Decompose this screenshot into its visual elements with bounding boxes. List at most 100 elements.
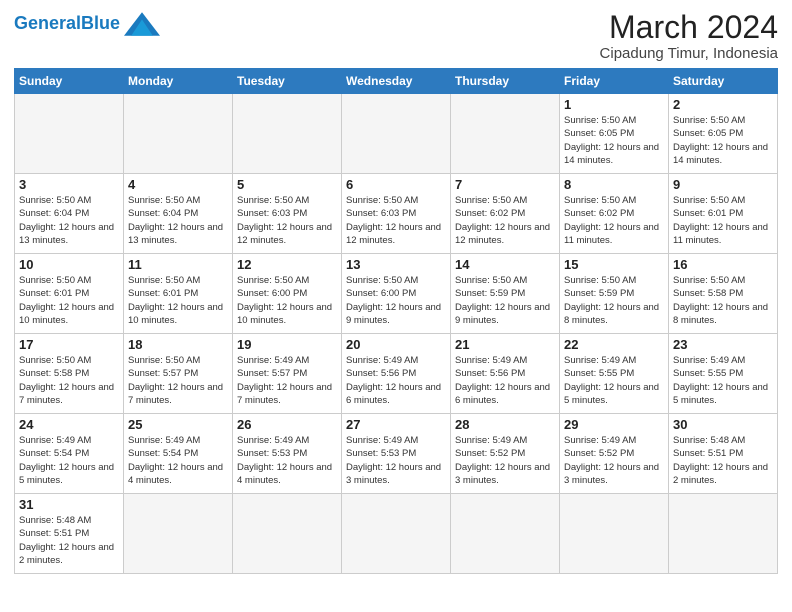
- day-number: 2: [673, 97, 773, 112]
- day-info: Sunrise: 5:50 AM Sunset: 5:58 PM Dayligh…: [19, 354, 119, 407]
- calendar-cell: [560, 494, 669, 574]
- title-area: March 2024 Cipadung Timur, Indonesia: [600, 10, 778, 62]
- header: GeneralBlue March 2024 Cipadung Timur, I…: [14, 10, 778, 62]
- weekday-header: Saturday: [669, 69, 778, 94]
- calendar-cell: 13 Sunrise: 5:50 AM Sunset: 6:00 PM Dayli…: [342, 254, 451, 334]
- calendar-cell: [342, 94, 451, 174]
- calendar-cell: [451, 94, 560, 174]
- day-number: 4: [128, 177, 228, 192]
- day-info: Sunrise: 5:50 AM Sunset: 6:01 PM Dayligh…: [19, 274, 119, 327]
- day-number: 14: [455, 257, 555, 272]
- calendar-cell: 14Sunrise: 5:50 AM Sunset: 5:59 PM Dayli…: [451, 254, 560, 334]
- day-info: Sunrise: 5:48 AM Sunset: 5:51 PM Dayligh…: [673, 434, 773, 487]
- day-info: Sunrise: 5:50 AM Sunset: 6:00 PM Dayligh…: [237, 274, 337, 327]
- day-info: Sunrise: 5:49 AM Sunset: 5:55 PM Dayligh…: [673, 354, 773, 407]
- logo: GeneralBlue: [14, 10, 160, 38]
- day-number: 20: [346, 337, 446, 352]
- calendar-cell: 17 Sunrise: 5:50 AM Sunset: 5:58 PM Dayli…: [15, 334, 124, 414]
- day-info: Sunrise: 5:50 AM Sunset: 6:00 PM Dayligh…: [346, 274, 446, 327]
- day-number: 18: [128, 337, 228, 352]
- calendar-cell: 16 Sunrise: 5:50 AM Sunset: 5:58 PM Dayli…: [669, 254, 778, 334]
- calendar-cell: 31Sunrise: 5:48 AM Sunset: 5:51 PM Dayli…: [15, 494, 124, 574]
- day-info: Sunrise: 5:49 AM Sunset: 5:55 PM Dayligh…: [564, 354, 664, 407]
- calendar-cell: 12 Sunrise: 5:50 AM Sunset: 6:00 PM Dayli…: [233, 254, 342, 334]
- weekday-header-row: SundayMondayTuesdayWednesdayThursdayFrid…: [15, 69, 778, 94]
- day-info: Sunrise: 5:49 AM Sunset: 5:52 PM Dayligh…: [455, 434, 555, 487]
- day-number: 15: [564, 257, 664, 272]
- calendar-cell: [124, 494, 233, 574]
- calendar-cell: 25Sunrise: 5:49 AM Sunset: 5:54 PM Dayli…: [124, 414, 233, 494]
- day-info: Sunrise: 5:49 AM Sunset: 5:52 PM Dayligh…: [564, 434, 664, 487]
- day-number: 22: [564, 337, 664, 352]
- day-number: 3: [19, 177, 119, 192]
- day-number: 17: [19, 337, 119, 352]
- calendar-cell: 24 Sunrise: 5:49 AM Sunset: 5:54 PM Dayli…: [15, 414, 124, 494]
- calendar-cell: 18 Sunrise: 5:50 AM Sunset: 5:57 PM Dayli…: [124, 334, 233, 414]
- calendar-cell: 2Sunrise: 5:50 AM Sunset: 6:05 PM Daylig…: [669, 94, 778, 174]
- weekday-header: Wednesday: [342, 69, 451, 94]
- calendar-cell: [233, 94, 342, 174]
- day-number: 16: [673, 257, 773, 272]
- calendar-cell: 15 Sunrise: 5:50 AM Sunset: 5:59 PM Dayli…: [560, 254, 669, 334]
- day-info: Sunrise: 5:50 AM Sunset: 6:02 PM Dayligh…: [564, 194, 664, 247]
- calendar-week-row: 10 Sunrise: 5:50 AM Sunset: 6:01 PM Dayli…: [15, 254, 778, 334]
- logo-icon: [124, 10, 160, 38]
- logo-general: General: [14, 13, 81, 33]
- day-number: 27: [346, 417, 446, 432]
- day-number: 12: [237, 257, 337, 272]
- calendar-cell: 27Sunrise: 5:49 AM Sunset: 5:53 PM Dayli…: [342, 414, 451, 494]
- calendar-cell: [451, 494, 560, 574]
- day-info: Sunrise: 5:49 AM Sunset: 5:54 PM Dayligh…: [19, 434, 119, 487]
- calendar-cell: 1 Sunrise: 5:50 AM Sunset: 6:05 PM Daylig…: [560, 94, 669, 174]
- calendar-cell: 30 Sunrise: 5:48 AM Sunset: 5:51 PM Dayli…: [669, 414, 778, 494]
- day-number: 13: [346, 257, 446, 272]
- day-number: 21: [455, 337, 555, 352]
- calendar-table: SundayMondayTuesdayWednesdayThursdayFrid…: [14, 68, 778, 574]
- day-info: Sunrise: 5:50 AM Sunset: 6:01 PM Dayligh…: [128, 274, 228, 327]
- day-info: Sunrise: 5:50 AM Sunset: 5:59 PM Dayligh…: [564, 274, 664, 327]
- day-info: Sunrise: 5:50 AM Sunset: 6:04 PM Dayligh…: [128, 194, 228, 247]
- day-number: 26: [237, 417, 337, 432]
- calendar-cell: 19 Sunrise: 5:49 AM Sunset: 5:57 PM Dayli…: [233, 334, 342, 414]
- day-number: 8: [564, 177, 664, 192]
- day-number: 10: [19, 257, 119, 272]
- calendar-cell: [233, 494, 342, 574]
- day-info: Sunrise: 5:50 AM Sunset: 6:05 PM Dayligh…: [564, 114, 664, 167]
- day-number: 24: [19, 417, 119, 432]
- day-number: 19: [237, 337, 337, 352]
- weekday-header: Monday: [124, 69, 233, 94]
- day-info: Sunrise: 5:50 AM Sunset: 6:03 PM Dayligh…: [237, 194, 337, 247]
- day-info: Sunrise: 5:50 AM Sunset: 5:58 PM Dayligh…: [673, 274, 773, 327]
- day-number: 28: [455, 417, 555, 432]
- day-info: Sunrise: 5:49 AM Sunset: 5:56 PM Dayligh…: [455, 354, 555, 407]
- calendar-cell: 4 Sunrise: 5:50 AM Sunset: 6:04 PM Daylig…: [124, 174, 233, 254]
- day-number: 30: [673, 417, 773, 432]
- day-info: Sunrise: 5:49 AM Sunset: 5:57 PM Dayligh…: [237, 354, 337, 407]
- calendar-week-row: 1 Sunrise: 5:50 AM Sunset: 6:05 PM Daylig…: [15, 94, 778, 174]
- day-info: Sunrise: 5:48 AM Sunset: 5:51 PM Dayligh…: [19, 514, 119, 567]
- day-number: 7: [455, 177, 555, 192]
- day-number: 11: [128, 257, 228, 272]
- day-info: Sunrise: 5:50 AM Sunset: 6:04 PM Dayligh…: [19, 194, 119, 247]
- month-title: March 2024: [600, 10, 778, 45]
- calendar-cell: 10 Sunrise: 5:50 AM Sunset: 6:01 PM Dayli…: [15, 254, 124, 334]
- calendar-cell: 29Sunrise: 5:49 AM Sunset: 5:52 PM Dayli…: [560, 414, 669, 494]
- calendar-cell: 21 Sunrise: 5:49 AM Sunset: 5:56 PM Dayli…: [451, 334, 560, 414]
- calendar-cell: 3 Sunrise: 5:50 AM Sunset: 6:04 PM Daylig…: [15, 174, 124, 254]
- location-title: Cipadung Timur, Indonesia: [600, 45, 778, 62]
- calendar-cell: 11 Sunrise: 5:50 AM Sunset: 6:01 PM Dayli…: [124, 254, 233, 334]
- day-info: Sunrise: 5:50 AM Sunset: 6:01 PM Dayligh…: [673, 194, 773, 247]
- day-number: 25: [128, 417, 228, 432]
- calendar-week-row: 3 Sunrise: 5:50 AM Sunset: 6:04 PM Daylig…: [15, 174, 778, 254]
- calendar-cell: 5Sunrise: 5:50 AM Sunset: 6:03 PM Daylig…: [233, 174, 342, 254]
- calendar-cell: [124, 94, 233, 174]
- day-info: Sunrise: 5:50 AM Sunset: 6:03 PM Dayligh…: [346, 194, 446, 247]
- calendar-cell: 20Sunrise: 5:49 AM Sunset: 5:56 PM Dayli…: [342, 334, 451, 414]
- calendar-cell: [342, 494, 451, 574]
- day-info: Sunrise: 5:50 AM Sunset: 5:57 PM Dayligh…: [128, 354, 228, 407]
- day-number: 1: [564, 97, 664, 112]
- weekday-header: Thursday: [451, 69, 560, 94]
- day-info: Sunrise: 5:49 AM Sunset: 5:53 PM Dayligh…: [237, 434, 337, 487]
- calendar-cell: 26 Sunrise: 5:49 AM Sunset: 5:53 PM Dayli…: [233, 414, 342, 494]
- calendar-cell: [669, 494, 778, 574]
